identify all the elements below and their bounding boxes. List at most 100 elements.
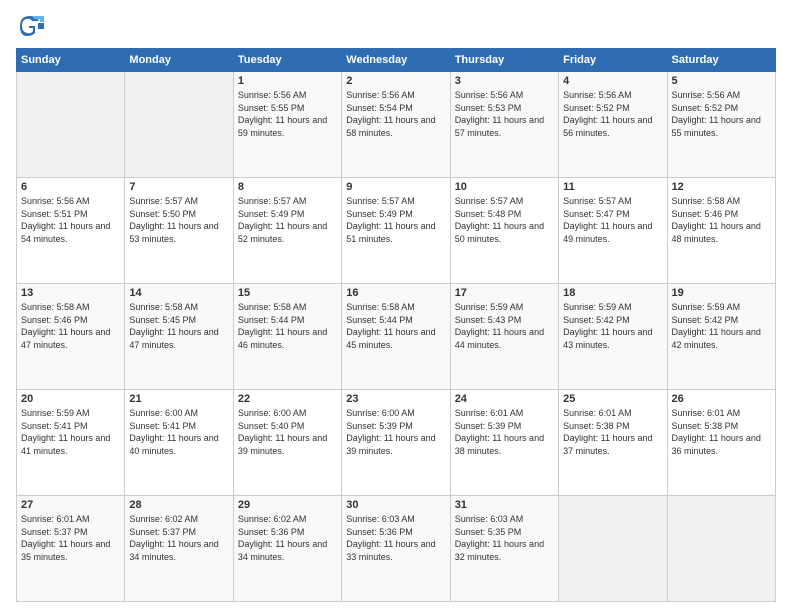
- day-info: Sunrise: 5:57 AMSunset: 5:47 PMDaylight:…: [563, 195, 662, 245]
- day-info: Sunrise: 5:58 AMSunset: 5:46 PMDaylight:…: [21, 301, 120, 351]
- calendar-cell: 11 Sunrise: 5:57 AMSunset: 5:47 PMDayligh…: [559, 178, 667, 284]
- day-info: Sunrise: 6:01 AMSunset: 5:38 PMDaylight:…: [672, 407, 771, 457]
- calendar-cell: 3 Sunrise: 5:56 AMSunset: 5:53 PMDaylight…: [450, 72, 558, 178]
- day-info: Sunrise: 5:56 AMSunset: 5:53 PMDaylight:…: [455, 89, 554, 139]
- day-number: 20: [21, 393, 120, 405]
- day-number: 3: [455, 75, 554, 87]
- day-number: 24: [455, 393, 554, 405]
- day-info: Sunrise: 5:57 AMSunset: 5:50 PMDaylight:…: [129, 195, 228, 245]
- day-number: 4: [563, 75, 662, 87]
- day-number: 9: [346, 181, 445, 193]
- calendar-week: 20 Sunrise: 5:59 AMSunset: 5:41 PMDayligh…: [17, 390, 776, 496]
- calendar-body: 1 Sunrise: 5:56 AMSunset: 5:55 PMDaylight…: [17, 72, 776, 602]
- calendar-cell: 21 Sunrise: 6:00 AMSunset: 5:41 PMDayligh…: [125, 390, 233, 496]
- calendar-cell: [667, 496, 775, 602]
- day-number: 28: [129, 499, 228, 511]
- day-info: Sunrise: 5:56 AMSunset: 5:52 PMDaylight:…: [563, 89, 662, 139]
- day-info: Sunrise: 6:02 AMSunset: 5:36 PMDaylight:…: [238, 513, 337, 563]
- day-info: Sunrise: 5:57 AMSunset: 5:48 PMDaylight:…: [455, 195, 554, 245]
- calendar-cell: 22Sunrise: 6:00 AMSunset: 5:40 PMDayligh…: [233, 390, 341, 496]
- calendar-cell: 10Sunrise: 5:57 AMSunset: 5:48 PMDayligh…: [450, 178, 558, 284]
- calendar-cell: 28 Sunrise: 6:02 AMSunset: 5:37 PMDayligh…: [125, 496, 233, 602]
- calendar-cell: 6 Sunrise: 5:56 AMSunset: 5:51 PMDaylight…: [17, 178, 125, 284]
- day-number: 25: [563, 393, 662, 405]
- logo: [16, 12, 48, 40]
- calendar-cell: 23 Sunrise: 6:00 AMSunset: 5:39 PMDayligh…: [342, 390, 450, 496]
- day-info: Sunrise: 5:58 AMSunset: 5:44 PMDaylight:…: [346, 301, 445, 351]
- day-number: 11: [563, 181, 662, 193]
- weekday-header: Tuesday: [233, 49, 341, 72]
- day-number: 30: [346, 499, 445, 511]
- calendar-cell: 19 Sunrise: 5:59 AMSunset: 5:42 PMDayligh…: [667, 284, 775, 390]
- day-info: Sunrise: 5:56 AMSunset: 5:52 PMDaylight:…: [672, 89, 771, 139]
- day-number: 16: [346, 287, 445, 299]
- day-info: Sunrise: 5:58 AMSunset: 5:44 PMDaylight:…: [238, 301, 337, 351]
- calendar-cell: 1 Sunrise: 5:56 AMSunset: 5:55 PMDaylight…: [233, 72, 341, 178]
- calendar-cell: 4 Sunrise: 5:56 AMSunset: 5:52 PMDaylight…: [559, 72, 667, 178]
- calendar-cell: 31 Sunrise: 6:03 AMSunset: 5:35 PMDayligh…: [450, 496, 558, 602]
- calendar-cell: [559, 496, 667, 602]
- day-info: Sunrise: 5:58 AMSunset: 5:45 PMDaylight:…: [129, 301, 228, 351]
- calendar-cell: 29 Sunrise: 6:02 AMSunset: 5:36 PMDayligh…: [233, 496, 341, 602]
- day-number: 26: [672, 393, 771, 405]
- weekday-header: Saturday: [667, 49, 775, 72]
- day-info: Sunrise: 5:56 AMSunset: 5:51 PMDaylight:…: [21, 195, 120, 245]
- day-number: 23: [346, 393, 445, 405]
- day-info: Sunrise: 6:03 AMSunset: 5:36 PMDaylight:…: [346, 513, 445, 563]
- day-info: Sunrise: 5:57 AMSunset: 5:49 PMDaylight:…: [346, 195, 445, 245]
- day-number: 6: [21, 181, 120, 193]
- calendar-cell: 20 Sunrise: 5:59 AMSunset: 5:41 PMDayligh…: [17, 390, 125, 496]
- day-info: Sunrise: 6:01 AMSunset: 5:39 PMDaylight:…: [455, 407, 554, 457]
- day-number: 12: [672, 181, 771, 193]
- calendar-week: 27Sunrise: 6:01 AMSunset: 5:37 PMDayligh…: [17, 496, 776, 602]
- calendar-cell: 2Sunrise: 5:56 AMSunset: 5:54 PMDaylight…: [342, 72, 450, 178]
- day-info: Sunrise: 5:59 AMSunset: 5:41 PMDaylight:…: [21, 407, 120, 457]
- day-number: 15: [238, 287, 337, 299]
- calendar-cell: 7Sunrise: 5:57 AMSunset: 5:50 PMDaylight…: [125, 178, 233, 284]
- day-number: 13: [21, 287, 120, 299]
- day-number: 27: [21, 499, 120, 511]
- day-number: 29: [238, 499, 337, 511]
- day-number: 22: [238, 393, 337, 405]
- day-info: Sunrise: 6:00 AMSunset: 5:39 PMDaylight:…: [346, 407, 445, 457]
- calendar-cell: 14 Sunrise: 5:58 AMSunset: 5:45 PMDayligh…: [125, 284, 233, 390]
- day-info: Sunrise: 5:58 AMSunset: 5:46 PMDaylight:…: [672, 195, 771, 245]
- day-number: 2: [346, 75, 445, 87]
- calendar-header: SundayMondayTuesdayWednesdayThursdayFrid…: [17, 49, 776, 72]
- calendar-cell: 16 Sunrise: 5:58 AMSunset: 5:44 PMDayligh…: [342, 284, 450, 390]
- day-number: 19: [672, 287, 771, 299]
- calendar-cell: 5 Sunrise: 5:56 AMSunset: 5:52 PMDaylight…: [667, 72, 775, 178]
- calendar-cell: 15 Sunrise: 5:58 AMSunset: 5:44 PMDayligh…: [233, 284, 341, 390]
- calendar-cell: 9 Sunrise: 5:57 AMSunset: 5:49 PMDaylight…: [342, 178, 450, 284]
- calendar-cell: [17, 72, 125, 178]
- calendar-cell: 24 Sunrise: 6:01 AMSunset: 5:39 PMDayligh…: [450, 390, 558, 496]
- day-info: Sunrise: 5:59 AMSunset: 5:43 PMDaylight:…: [455, 301, 554, 351]
- day-info: Sunrise: 6:03 AMSunset: 5:35 PMDaylight:…: [455, 513, 554, 563]
- header: [16, 12, 776, 40]
- day-info: Sunrise: 6:00 AMSunset: 5:41 PMDaylight:…: [129, 407, 228, 457]
- weekday-header: Monday: [125, 49, 233, 72]
- weekday-header: Sunday: [17, 49, 125, 72]
- day-number: 14: [129, 287, 228, 299]
- day-number: 21: [129, 393, 228, 405]
- calendar-cell: 27Sunrise: 6:01 AMSunset: 5:37 PMDayligh…: [17, 496, 125, 602]
- day-number: 5: [672, 75, 771, 87]
- day-number: 1: [238, 75, 337, 87]
- calendar-cell: 18 Sunrise: 5:59 AMSunset: 5:42 PMDayligh…: [559, 284, 667, 390]
- weekday-header: Wednesday: [342, 49, 450, 72]
- calendar-cell: 12 Sunrise: 5:58 AMSunset: 5:46 PMDayligh…: [667, 178, 775, 284]
- calendar-week: 1 Sunrise: 5:56 AMSunset: 5:55 PMDaylight…: [17, 72, 776, 178]
- page: SundayMondayTuesdayWednesdayThursdayFrid…: [0, 0, 792, 612]
- calendar: SundayMondayTuesdayWednesdayThursdayFrid…: [16, 48, 776, 602]
- day-info: Sunrise: 5:59 AMSunset: 5:42 PMDaylight:…: [672, 301, 771, 351]
- weekday-row: SundayMondayTuesdayWednesdayThursdayFrid…: [17, 49, 776, 72]
- day-number: 31: [455, 499, 554, 511]
- day-info: Sunrise: 6:02 AMSunset: 5:37 PMDaylight:…: [129, 513, 228, 563]
- day-info: Sunrise: 5:59 AMSunset: 5:42 PMDaylight:…: [563, 301, 662, 351]
- weekday-header: Friday: [559, 49, 667, 72]
- calendar-cell: 17Sunrise: 5:59 AMSunset: 5:43 PMDayligh…: [450, 284, 558, 390]
- day-number: 18: [563, 287, 662, 299]
- day-info: Sunrise: 6:01 AMSunset: 5:38 PMDaylight:…: [563, 407, 662, 457]
- calendar-cell: [125, 72, 233, 178]
- day-info: Sunrise: 5:56 AMSunset: 5:55 PMDaylight:…: [238, 89, 337, 139]
